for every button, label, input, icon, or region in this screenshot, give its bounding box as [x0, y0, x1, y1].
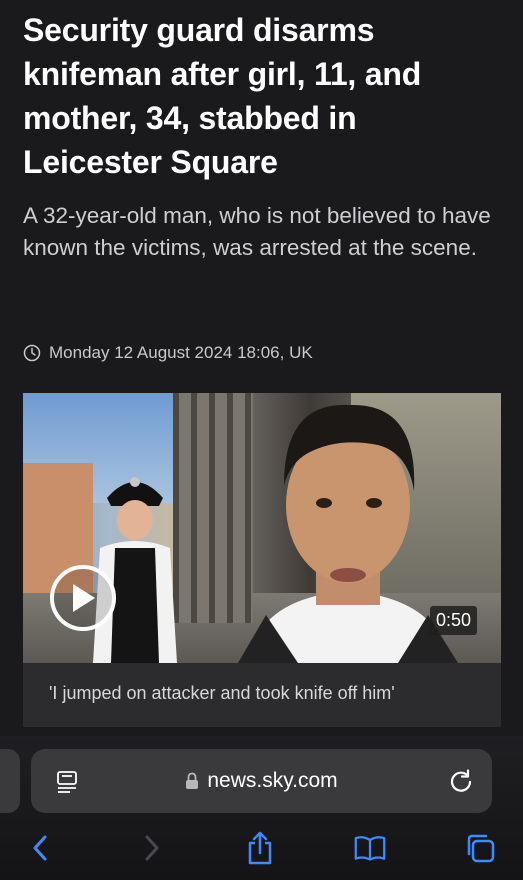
- reload-icon[interactable]: [448, 768, 474, 794]
- back-button[interactable]: [24, 832, 56, 864]
- video-caption: 'I jumped on attacker and took knife off…: [23, 663, 501, 727]
- tabs-button[interactable]: [464, 832, 496, 864]
- book-icon: [354, 836, 386, 861]
- browser-toolbar: [0, 828, 523, 868]
- article-meta: Monday 12 August 2024 18:06, UK: [23, 343, 313, 363]
- safari-browser-bar: news.sky.com: [0, 736, 523, 880]
- article-standfirst: A 32-year-old man, who is not believed t…: [23, 203, 491, 260]
- bookmarks-button[interactable]: [354, 832, 386, 864]
- previous-tab-preview[interactable]: [0, 749, 20, 813]
- chevron-left-icon: [33, 835, 47, 861]
- tabs-icon: [467, 834, 495, 863]
- play-icon: [73, 584, 95, 612]
- forward-button[interactable]: [136, 832, 168, 864]
- url-display[interactable]: news.sky.com: [31, 749, 492, 813]
- video-thumbnail-police-officer: [93, 477, 177, 663]
- clock-icon: [23, 344, 41, 362]
- video-thumbnail-man: [238, 404, 458, 663]
- article-timestamp: Monday 12 August 2024 18:06, UK: [49, 343, 313, 362]
- article: Security guard disarms knifeman after gi…: [23, 0, 503, 362]
- address-bar[interactable]: news.sky.com: [31, 749, 492, 813]
- play-button[interactable]: [50, 565, 116, 631]
- article-headline: Security guard disarms knifeman after gi…: [23, 12, 422, 180]
- url-text: news.sky.com: [207, 769, 338, 792]
- video-player[interactable]: 0:50: [23, 393, 501, 663]
- video-duration: 0:50: [429, 606, 477, 635]
- share-icon: [248, 831, 272, 865]
- chevron-right-icon: [145, 835, 159, 861]
- lock-icon: [186, 772, 199, 789]
- share-button[interactable]: [244, 831, 276, 865]
